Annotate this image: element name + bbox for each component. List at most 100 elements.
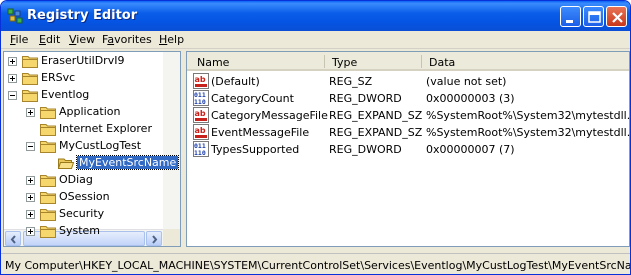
list-item[interactable]: ab (Default) REG_SZ (value not set) [187, 73, 629, 90]
tree-item-label: Internet Explorer [59, 122, 152, 135]
svg-text:ab: ab [195, 75, 206, 84]
expand-icon[interactable] [26, 227, 35, 236]
expand-icon[interactable] [26, 193, 35, 202]
status-path: My Computer\HKEY_LOCAL_MACHINE\SYSTEM\Cu… [5, 259, 631, 272]
tree-item[interactable]: MyCustLogTest [4, 138, 163, 155]
tree-item-label: ODiag [59, 173, 93, 186]
close-button[interactable] [606, 6, 627, 27]
list-item[interactable]: ab CategoryMessageFile REG_EXPAND_SZ %Syste… [187, 107, 631, 124]
value-type: REG_SZ [329, 75, 373, 88]
value-data: %SystemRoot%\System32\mytestdll.dll [426, 109, 631, 122]
folder-icon [40, 209, 56, 221]
column-divider[interactable] [324, 55, 325, 68]
tree-item-label: EraserUtilDrvI9 [41, 54, 125, 67]
minimize-button[interactable] [560, 6, 581, 27]
column-header-data[interactable]: Data [429, 56, 455, 69]
tree-item[interactable]: ODiag [4, 172, 163, 189]
tree-item-label: MyCustLogTest [59, 139, 142, 152]
registry-editor-window: Registry Editor File Edit View Favorites… [0, 0, 631, 275]
tree-item-label: MyEventSrcName [75, 155, 180, 170]
value-name: TypesSupported [211, 143, 300, 156]
tree-item-label: Application [59, 105, 121, 118]
svg-text:110: 110 [194, 98, 206, 106]
key-tree-pane[interactable]: EraserUtilDrvI9 ERSvc Eventlog Application I… [3, 51, 181, 247]
value-type: REG_EXPAND_SZ [329, 109, 423, 122]
scrollbar-corner [163, 229, 180, 246]
value-data: (value not set) [426, 75, 507, 88]
window-title: Registry Editor [27, 8, 138, 23]
tree-item[interactable]: System [4, 223, 163, 240]
menu-favorites[interactable]: Favorites [102, 33, 152, 46]
value-type: REG_DWORD [329, 92, 402, 105]
svg-text:ab: ab [195, 126, 206, 135]
string-value-icon: ab [193, 73, 209, 89]
folder-icon [40, 175, 56, 187]
title-bar[interactable]: Registry Editor [1, 1, 630, 31]
value-type: REG_EXPAND_SZ [329, 126, 423, 139]
maximize-button[interactable] [583, 6, 604, 27]
collapse-icon[interactable] [8, 91, 17, 100]
svg-text:ab: ab [195, 109, 206, 118]
list-item[interactable]: ab EventMessageFile REG_EXPAND_SZ %SystemRo… [187, 124, 631, 141]
svg-text:110: 110 [194, 149, 206, 157]
maximize-icon [588, 11, 601, 23]
folder-icon [22, 73, 38, 85]
menu-file[interactable]: File [10, 33, 28, 46]
tree-item-label: OSession [59, 190, 110, 203]
list-item[interactable]: 011 110 CategoryCount REG_DWORD 0x00000003 (… [187, 90, 629, 107]
tree-item[interactable]: Eventlog [4, 87, 163, 104]
string-value-icon: ab [193, 124, 209, 140]
list-item[interactable]: 011 110 TypesSupported REG_DWORD 0x00000007 … [187, 141, 629, 158]
tree-item[interactable]: ERSvc [4, 70, 163, 87]
folder-icon [40, 141, 56, 153]
close-icon [612, 12, 623, 23]
column-header-name[interactable]: Name [197, 56, 229, 69]
column-header-type[interactable]: Type [332, 56, 357, 69]
open-folder-icon [58, 158, 74, 169]
folder-icon [40, 124, 56, 136]
value-name: CategoryMessageFile [211, 109, 328, 122]
menu-view[interactable]: View [69, 33, 95, 46]
menu-help[interactable]: Help [159, 33, 184, 46]
value-data: 0x00000003 (3) [426, 92, 515, 105]
tree-item-label: Security [59, 207, 105, 220]
expand-icon[interactable] [8, 74, 17, 83]
tree-item[interactable]: Internet Explorer [4, 121, 163, 138]
string-value-icon: ab [193, 107, 209, 123]
tree-item[interactable]: MyEventSrcName [4, 155, 180, 172]
tree-item-label: Eventlog [41, 88, 90, 101]
registry-editor-icon [7, 8, 23, 24]
folder-icon [22, 90, 38, 102]
folder-icon [22, 56, 38, 68]
menu-bar: File Edit View Favorites Help [1, 31, 630, 49]
value-name: EventMessageFile [211, 126, 310, 139]
minimize-icon [566, 20, 573, 23]
value-data: %SystemRoot%\System32\mytestdll.dll [426, 126, 631, 139]
value-name: (Default) [211, 75, 260, 88]
tree-item[interactable]: OSession [4, 189, 163, 206]
tree-item[interactable]: Security [4, 206, 163, 223]
value-type: REG_DWORD [329, 143, 402, 156]
status-bar: My Computer\HKEY_LOCAL_MACHINE\SYSTEM\Cu… [1, 253, 631, 274]
tree-item[interactable]: Application [4, 104, 163, 121]
expand-icon[interactable] [26, 108, 35, 117]
tree-item-label: System [59, 224, 101, 237]
binary-value-icon: 011110 [193, 90, 209, 106]
binary-value-icon: 011110 [193, 141, 209, 157]
values-list-pane[interactable]: Name Type Data ab (Default) REG_SZ (value n… [186, 51, 630, 247]
tree-item[interactable]: EraserUtilDrvI9 [4, 53, 163, 70]
expand-icon[interactable] [26, 210, 35, 219]
value-data: 0x00000007 (7) [426, 143, 515, 156]
list-header: Name Type Data [187, 52, 629, 71]
expand-icon[interactable] [8, 57, 17, 66]
value-name: CategoryCount [211, 92, 294, 105]
folder-icon [40, 192, 56, 204]
expand-icon[interactable] [26, 176, 35, 185]
collapse-icon[interactable] [26, 142, 35, 151]
menu-edit[interactable]: Edit [39, 33, 60, 46]
tree-item-label: ERSvc [41, 71, 76, 84]
folder-icon [40, 107, 56, 119]
tree-vertical-scrollbar[interactable] [163, 52, 180, 229]
folder-icon [40, 226, 56, 238]
column-divider[interactable] [421, 55, 422, 68]
